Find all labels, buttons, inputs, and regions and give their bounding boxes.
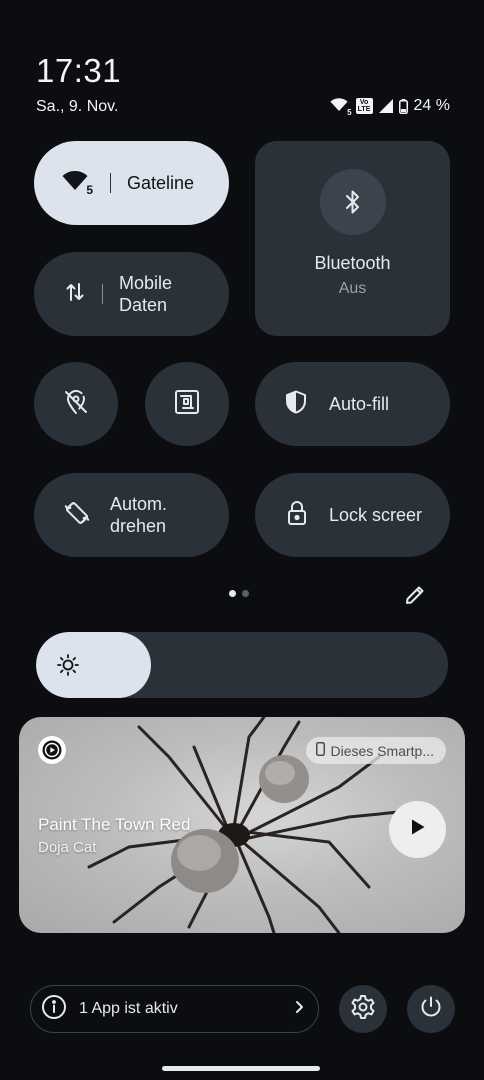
page-dot[interactable] (242, 590, 249, 597)
play-button[interactable] (389, 801, 446, 858)
auto-rotate-tile-label: Autom. drehen (110, 494, 168, 536)
clock: 17:31 (36, 52, 122, 89)
track-artist: Doja Cat (38, 839, 97, 856)
brightness-slider-fill[interactable] (36, 632, 152, 698)
volte-icon: Vo LTE (355, 98, 373, 114)
wifi-status-icon: 5 (329, 98, 352, 117)
mobile-data-tile[interactable]: Mobile Daten (34, 252, 229, 336)
wifi-icon: 5 (62, 170, 93, 197)
brightness-icon (57, 654, 79, 681)
tile-divider (102, 284, 103, 304)
active-apps-button[interactable]: 1 App ist aktiv (30, 985, 319, 1033)
location-off-icon (63, 389, 89, 420)
media-player-card[interactable]: Dieses Smartp... Paint The Town Red Doja… (19, 717, 465, 933)
chevron-right-icon (294, 1000, 304, 1019)
power-icon (419, 995, 443, 1024)
nfc-tile[interactable] (145, 362, 229, 446)
wifi-tile-label: Gateline (127, 173, 195, 193)
active-apps-label: 1 App ist aktiv (79, 1000, 178, 1017)
play-icon (410, 818, 426, 841)
lock-screen-tile[interactable]: Lock screer (255, 473, 450, 557)
play-circle-icon (38, 736, 66, 764)
shield-icon (285, 390, 307, 419)
signal-icon (378, 99, 393, 113)
brightness-slider[interactable] (36, 632, 448, 698)
page-dot-active[interactable] (229, 590, 236, 597)
power-button[interactable] (407, 985, 455, 1033)
location-tile[interactable] (34, 362, 118, 446)
lock-icon (287, 500, 307, 531)
nfc-icon (174, 389, 200, 420)
data-arrows-icon (66, 281, 84, 308)
output-device-label: Dieses Smartp... (330, 742, 434, 759)
bluetooth-tile-state: Aus (338, 280, 367, 297)
rotate-icon (64, 500, 90, 531)
home-indicator[interactable] (162, 1066, 320, 1071)
battery-icon (398, 98, 408, 114)
settings-button[interactable] (339, 985, 387, 1033)
info-icon (41, 994, 67, 1025)
autofill-tile-label: Auto-fill (329, 394, 390, 414)
pencil-icon (404, 586, 426, 610)
gear-icon (350, 994, 376, 1025)
page-indicator (229, 590, 249, 597)
edit-tiles-button[interactable] (404, 584, 426, 611)
bluetooth-tile[interactable]: Bluetooth Aus (255, 141, 450, 336)
date: Sa., 9. Nov. (36, 98, 119, 115)
phone-icon (315, 742, 325, 759)
battery-percent: 24 % (413, 97, 450, 114)
tile-divider (110, 173, 111, 193)
status-icons: 5 Vo LTE 24 % (329, 97, 450, 117)
bluetooth-tile-label: Bluetooth (314, 253, 391, 273)
mobile-data-tile-label: Mobile Daten (119, 273, 173, 315)
autofill-tile[interactable]: Auto-fill (255, 362, 450, 446)
output-device-chip[interactable]: Dieses Smartp... (305, 737, 446, 764)
wifi-tile[interactable]: 5 Gateline (34, 141, 229, 225)
auto-rotate-tile[interactable]: Autom. drehen (34, 473, 229, 557)
track-title: Paint The Town Red (38, 815, 191, 834)
lock-screen-tile-label: Lock screer (329, 505, 423, 525)
bluetooth-icon (319, 169, 386, 235)
